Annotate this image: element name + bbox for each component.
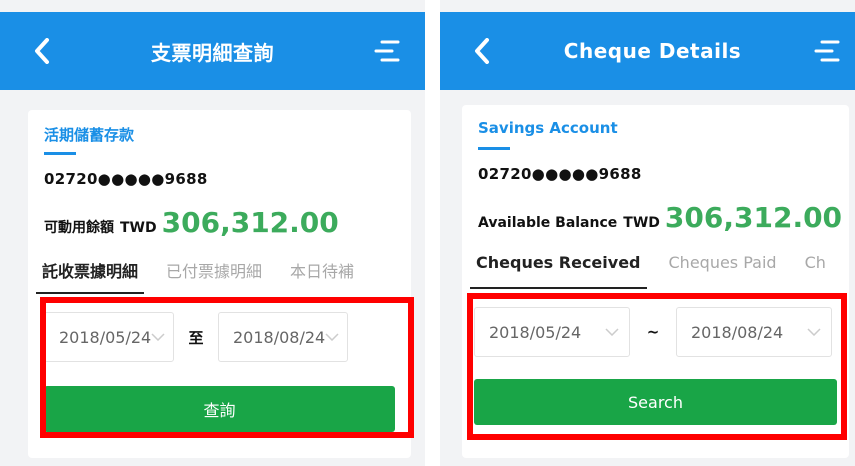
phone-screen-chinese: 支票明細查詢 活期儲蓄存款 02720●●●●●9688 可動用餘額 TWD 3…: [0, 0, 425, 466]
balance-currency: TWD: [623, 215, 660, 231]
phone-screen-english: Cheque Details Savings Account 02720●●●●…: [440, 0, 855, 466]
account-card: Savings Account 02720●●●●●9688 Available…: [462, 105, 849, 458]
tab-truncated[interactable]: Ch: [791, 253, 840, 289]
cheque-tabs: 託收票據明細 已付票據明細 本日待補: [28, 258, 411, 294]
date-range-row: 2018/05/24 ~ 2018/08/24: [474, 307, 832, 357]
chevron-down-icon: [325, 333, 339, 341]
end-date-picker[interactable]: 2018/08/24: [676, 307, 832, 357]
menu-button[interactable]: [367, 31, 407, 71]
balance-row: 可動用餘額 TWD 306,312.00: [44, 206, 339, 239]
balance-row: Available Balance TWD 306,312.00: [478, 201, 842, 234]
chevron-down-icon: [605, 328, 619, 336]
page-title: 支票明細查詢: [151, 40, 274, 65]
account-card: 活期儲蓄存款 02720●●●●●9688 可動用餘額 TWD 306,312.…: [28, 110, 411, 458]
app-header: Cheque Details: [440, 12, 855, 90]
tab-pending-today[interactable]: 本日待補: [276, 258, 368, 294]
end-date-picker[interactable]: 2018/08/24: [218, 312, 348, 362]
chevron-down-icon: [151, 333, 165, 341]
back-arrow-icon: [35, 38, 49, 64]
date-range-separator: ~: [646, 323, 660, 341]
start-date-picker[interactable]: 2018/05/24: [44, 312, 174, 362]
menu-icon: [814, 40, 840, 62]
account-name[interactable]: 活期儲蓄存款: [44, 124, 134, 145]
account-name[interactable]: Savings Account: [478, 119, 618, 137]
start-date-picker[interactable]: 2018/05/24: [474, 307, 630, 357]
balance-currency: TWD: [120, 220, 157, 236]
menu-icon: [374, 40, 400, 62]
account-name-underline: [478, 147, 510, 150]
search-button[interactable]: 查詢: [44, 386, 395, 432]
date-range-row: 2018/05/24 至 2018/08/24: [44, 312, 348, 362]
account-number: 02720●●●●●9688: [44, 170, 208, 188]
tab-cheques-paid[interactable]: Cheques Paid: [655, 253, 791, 289]
tab-cheques-received[interactable]: Cheques Received: [462, 253, 655, 289]
cheque-tabs: Cheques Received Cheques Paid Ch: [462, 253, 849, 289]
account-number: 02720●●●●●9688: [478, 165, 642, 183]
start-date-value: 2018/05/24: [59, 327, 152, 347]
balance-label: Available Balance: [478, 215, 618, 231]
tab-cheques-paid[interactable]: 已付票據明細: [152, 258, 276, 294]
back-button[interactable]: [462, 31, 502, 71]
balance-amount: 306,312.00: [161, 206, 339, 239]
search-button[interactable]: Search: [474, 379, 837, 425]
back-button[interactable]: [22, 31, 62, 71]
chevron-down-icon: [807, 328, 821, 336]
balance-amount: 306,312.00: [664, 201, 843, 234]
date-range-separator: 至: [188, 328, 204, 347]
balance-label: 可動用餘額: [44, 220, 114, 236]
account-name-underline: [44, 152, 76, 155]
page-title: Cheque Details: [563, 39, 742, 63]
app-header: 支票明細查詢: [0, 12, 425, 90]
back-arrow-icon: [475, 38, 489, 64]
end-date-value: 2018/08/24: [233, 327, 326, 347]
menu-button[interactable]: [807, 31, 847, 71]
tab-cheques-received[interactable]: 託收票據明細: [28, 258, 152, 294]
start-date-value: 2018/05/24: [489, 322, 582, 342]
end-date-value: 2018/08/24: [691, 322, 784, 342]
